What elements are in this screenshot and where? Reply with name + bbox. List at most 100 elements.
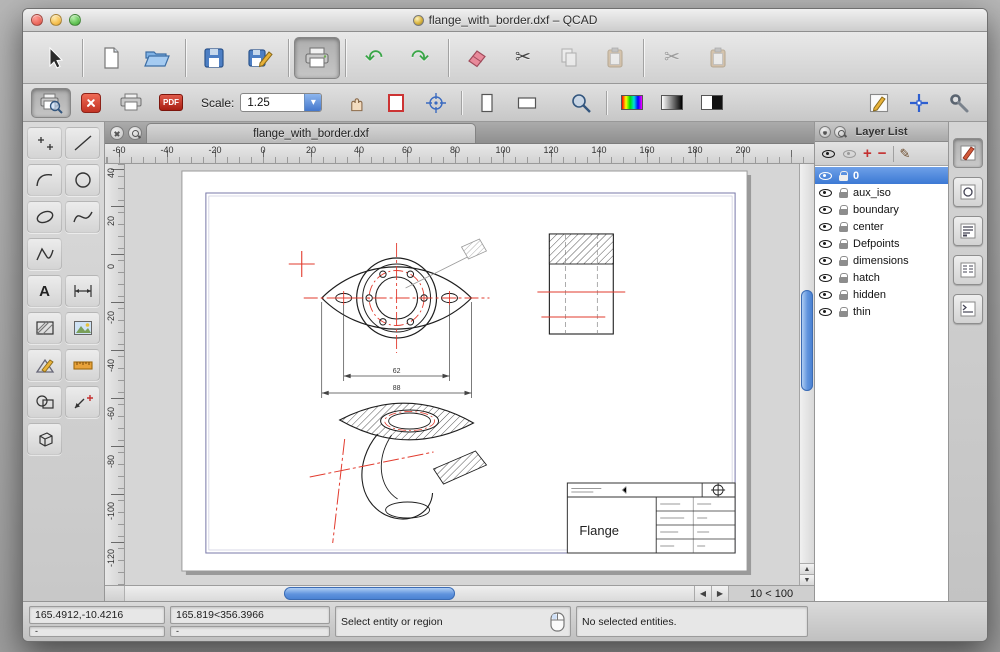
chevron-down-icon[interactable]: ▾: [304, 94, 321, 111]
add-layer-button[interactable]: +: [863, 146, 872, 161]
draft-mode-button[interactable]: [859, 88, 899, 118]
print-preview-button[interactable]: [31, 88, 71, 118]
scroll-down-button[interactable]: ▼: [800, 574, 814, 585]
select-tool-button[interactable]: [31, 37, 77, 79]
property-editor-dock-button[interactable]: [953, 255, 983, 285]
show-paper-borders-button[interactable]: [376, 88, 416, 118]
layer-visibility-icon[interactable]: [818, 288, 833, 301]
show-all-layers-button[interactable]: [821, 147, 836, 160]
undo-button[interactable]: ↶: [351, 37, 397, 79]
zoom-window-button[interactable]: [69, 14, 81, 26]
layer-lock-icon[interactable]: [837, 220, 849, 234]
pdf-export-button[interactable]: PDF: [151, 88, 191, 118]
hide-all-layers-button[interactable]: [842, 147, 857, 160]
layer-visibility-icon[interactable]: [818, 305, 833, 318]
redo-button[interactable]: ↷: [397, 37, 443, 79]
layer-row[interactable]: 0: [815, 167, 948, 184]
close-window-button[interactable]: [31, 14, 43, 26]
black-white-mode-button[interactable]: [692, 88, 732, 118]
layer-lock-icon[interactable]: [837, 288, 849, 302]
paste-with-reference-button[interactable]: [695, 37, 741, 79]
layer-list-dock-button[interactable]: [953, 138, 983, 168]
scroll-up-button[interactable]: ▲: [800, 563, 814, 574]
cut-with-reference-button[interactable]: ✂: [649, 37, 695, 79]
measure-tool-button[interactable]: [65, 349, 100, 381]
close-tab-button[interactable]: [110, 126, 124, 140]
layer-visibility-icon[interactable]: [818, 220, 833, 233]
layer-lock-icon[interactable]: [837, 186, 849, 200]
settings-button[interactable]: [939, 88, 979, 118]
ellipse-tool-button[interactable]: [27, 201, 62, 233]
image-tool-button[interactable]: [65, 312, 100, 344]
block-list-dock-button[interactable]: [953, 177, 983, 207]
print-button[interactable]: [294, 37, 340, 79]
tab-zoom-button[interactable]: [128, 126, 142, 140]
vertical-scrollbar-thumb[interactable]: [801, 290, 813, 391]
scale-select[interactable]: 1.25 ▾: [240, 93, 322, 112]
spline-tool-button[interactable]: [65, 201, 100, 233]
scroll-right-button[interactable]: ▶: [711, 586, 728, 601]
arc-tool-button[interactable]: [27, 164, 62, 196]
close-panel-button[interactable]: [819, 126, 831, 138]
layer-visibility-icon[interactable]: [818, 169, 833, 182]
add-coordinate-button[interactable]: [899, 88, 939, 118]
titlebar[interactable]: flange_with_border.dxf – QCAD: [23, 9, 987, 32]
landscape-orientation-button[interactable]: [507, 88, 547, 118]
vertical-scrollbar[interactable]: ▲ ▼: [799, 164, 814, 585]
layer-lock-icon[interactable]: [837, 169, 849, 183]
document-tab[interactable]: flange_with_border.dxf: [146, 123, 476, 143]
drawing-canvas[interactable]: 62 88: [125, 164, 799, 585]
paste-button[interactable]: [592, 37, 638, 79]
layer-lock-icon[interactable]: [837, 271, 849, 285]
modify-tool-button[interactable]: [27, 349, 62, 381]
save-button[interactable]: [191, 37, 237, 79]
layer-row[interactable]: thin: [815, 303, 948, 320]
layer-lock-icon[interactable]: [837, 305, 849, 319]
layer-visibility-icon[interactable]: [818, 186, 833, 199]
layer-visibility-icon[interactable]: [818, 271, 833, 284]
grayscale-mode-button[interactable]: [652, 88, 692, 118]
remove-layer-button[interactable]: −: [878, 146, 887, 161]
text-tool-button[interactable]: A: [27, 275, 62, 307]
layer-row[interactable]: Defpoints: [815, 235, 948, 252]
new-file-button[interactable]: [88, 37, 134, 79]
solid-tool-button[interactable]: [27, 423, 62, 455]
horizontal-scrollbar[interactable]: [125, 586, 694, 601]
circle-tool-button[interactable]: [65, 164, 100, 196]
pan-button[interactable]: [336, 88, 376, 118]
snap-tool-button[interactable]: [65, 386, 100, 418]
portrait-orientation-button[interactable]: [467, 88, 507, 118]
layer-visibility-icon[interactable]: [818, 254, 833, 267]
layer-lock-icon[interactable]: [837, 254, 849, 268]
hatch-tool-button[interactable]: [27, 312, 62, 344]
close-print-preview-button[interactable]: [71, 88, 111, 118]
polyline-tool-button[interactable]: [27, 238, 62, 270]
point-tool-button[interactable]: [27, 127, 62, 159]
line-tool-button[interactable]: [65, 127, 100, 159]
edit-layer-button[interactable]: ✎: [900, 146, 911, 162]
layer-row[interactable]: aux_iso: [815, 184, 948, 201]
layer-row[interactable]: hidden: [815, 286, 948, 303]
auto-fit-drawing-button[interactable]: [416, 88, 456, 118]
layer-lock-icon[interactable]: [837, 203, 849, 217]
layer-row[interactable]: dimensions: [815, 252, 948, 269]
copy-button[interactable]: [546, 37, 592, 79]
print-document-button[interactable]: [111, 88, 151, 118]
save-as-button[interactable]: [237, 37, 283, 79]
zoom-button[interactable]: [561, 88, 601, 118]
eraser-button[interactable]: [454, 37, 500, 79]
open-file-button[interactable]: [134, 37, 180, 79]
command-line-dock-button[interactable]: [953, 294, 983, 324]
dimension-tool-button[interactable]: [65, 275, 100, 307]
cut-button[interactable]: ✂: [500, 37, 546, 79]
layer-row[interactable]: hatch: [815, 269, 948, 286]
horizontal-scrollbar-thumb[interactable]: [284, 587, 455, 600]
full-color-mode-button[interactable]: [612, 88, 652, 118]
float-panel-button[interactable]: [834, 126, 846, 138]
minimize-window-button[interactable]: [50, 14, 62, 26]
library-browser-dock-button[interactable]: [953, 216, 983, 246]
layer-visibility-icon[interactable]: [818, 203, 833, 216]
scroll-left-button[interactable]: ◀: [694, 586, 711, 601]
layer-visibility-icon[interactable]: [818, 237, 833, 250]
block-tool-button[interactable]: [27, 386, 62, 418]
